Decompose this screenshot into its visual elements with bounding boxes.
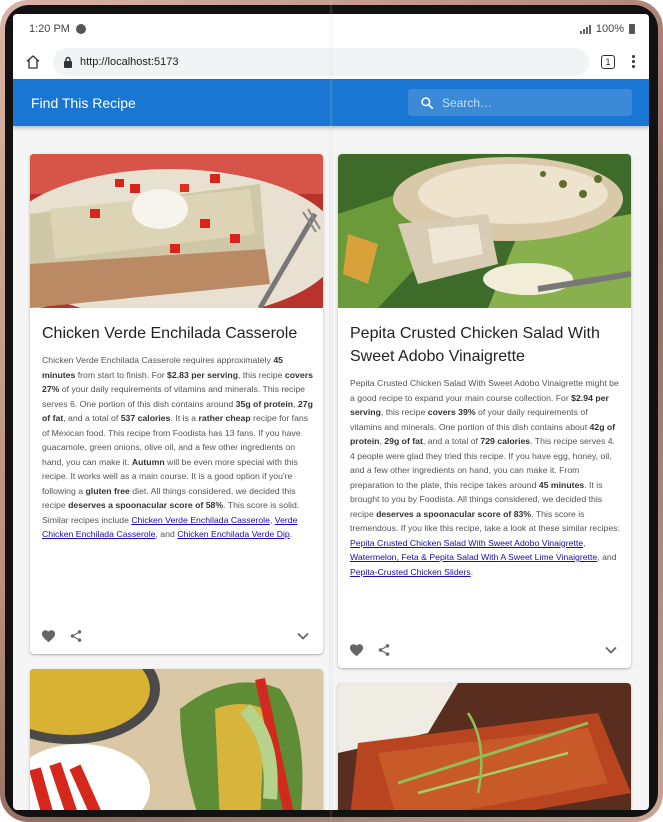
similar-recipe-link[interactable]: Chicken Verde Enchilada Casserole [131,515,270,525]
battery-level: 100% [595,23,624,35]
similar-recipe-link[interactable]: Pepita-Crusted Chicken Sliders [350,567,471,577]
status-right: 100% [579,23,635,35]
recipe-image[interactable] [338,154,631,308]
tab-switcher-button[interactable]: 1 [601,54,615,69]
browser-toolbar: http://localhost:5173 1 [13,44,649,79]
similar-recipe-link[interactable]: Pepita Crusted Chicken Salad With Sweet … [350,538,583,548]
share-icon[interactable] [69,629,83,643]
recipe-summary: Chicken Verde Enchilada Casserole requir… [42,355,313,539]
status-bar: 1:20 PM 100% [13,14,649,44]
similar-recipe-link[interactable]: Chicken Enchilada Verde Dip [177,529,290,539]
address-bar[interactable]: http://localhost:5173 [53,47,589,76]
card-actions [338,632,631,668]
heart-icon[interactable] [41,629,56,643]
recipe-card: Pepita Crusted Chicken Salad With Sweet … [338,154,631,668]
battery-icon [629,24,635,34]
chevron-down-icon[interactable] [605,646,617,654]
recipe-title: Chicken Verde Enchilada Casserole [42,325,298,342]
signal-icon [579,24,591,34]
search-input[interactable] [442,95,612,110]
home-icon [26,54,40,69]
recipe-image[interactable] [30,154,323,308]
recipe-image[interactable] [30,669,323,810]
search-icon [420,96,434,110]
home-button[interactable] [13,44,53,79]
spotify-icon [75,24,86,34]
recipe-card [30,669,323,810]
recipe-summary: Pepita Crusted Chicken Salad With Sweet … [350,378,620,577]
url-text: http://localhost:5173 [80,55,179,68]
recipe-card: Chicken Verde Enchilada Casserole Chicke… [30,154,323,654]
recipe-title: Pepita Crusted Chicken Salad With Sweet … [350,325,600,365]
status-time: 1:20 PM [29,23,70,35]
chevron-down-icon[interactable] [297,632,309,640]
card-actions [30,618,323,654]
app-bar: Find This Recipe [13,79,649,126]
app-title[interactable]: Find This Recipe [31,95,136,111]
heart-icon[interactable] [349,643,364,657]
similar-recipe-link[interactable]: Watermelon, Feta & Pepita Salad With A S… [350,552,597,562]
recipe-image[interactable] [338,683,631,810]
recipe-card [338,683,631,810]
share-icon[interactable] [377,643,391,657]
search-box[interactable] [408,89,632,116]
screen: 1:20 PM 100% http://localhost:5173 1 Fin… [13,14,649,810]
lock-icon [64,56,72,68]
browser-menu-button[interactable] [632,55,635,68]
